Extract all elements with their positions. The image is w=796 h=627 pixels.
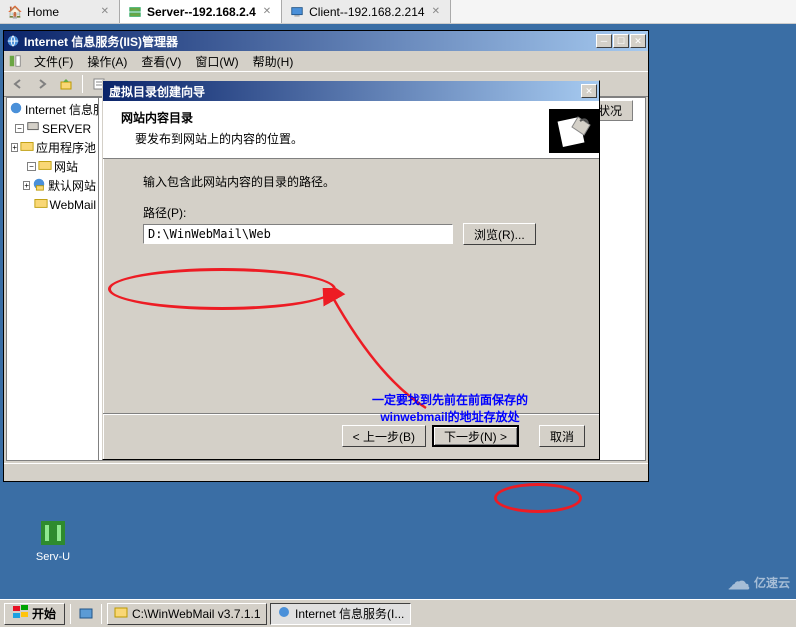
tree-apppool[interactable]: + 应用程序池 [9, 138, 96, 157]
site-icon [32, 177, 46, 194]
app-icon [8, 54, 22, 68]
wizard-footer: < 上一步(B) 下一步(N) > 取消 [342, 425, 585, 447]
tree-label: 默认网站 [48, 177, 96, 194]
tab-label: Server--192.168.2.4 [147, 5, 256, 19]
folder-icon [34, 196, 48, 213]
folder-icon [38, 158, 52, 175]
tree-label: Internet 信息服务 [25, 101, 99, 118]
collapse-icon[interactable]: − [15, 124, 24, 133]
browser-tab-server[interactable]: Server--192.168.2.4 ✕ [120, 0, 282, 23]
tree-webmail[interactable]: WebMail [9, 195, 96, 214]
task-label: Internet 信息服务(I... [295, 605, 404, 622]
wizard-header-title: 网站内容目录 [121, 109, 303, 126]
wizard-title: 虚拟目录创建向导 [105, 83, 581, 100]
wizard-banner-icon [549, 109, 599, 153]
browser-tab-client[interactable]: Client--192.168.2.214 ✕ [282, 0, 451, 23]
tree-label: WebMail [50, 198, 96, 212]
globe-icon [9, 101, 23, 118]
cancel-button[interactable]: 取消 [539, 425, 585, 447]
iis-menubar: 文件(F) 操作(A) 查看(V) 窗口(W) 帮助(H) [4, 51, 648, 71]
taskbar-item-explorer[interactable]: C:\WinWebMail v3.7.1.1 [107, 603, 267, 625]
start-button[interactable]: 开始 [4, 603, 65, 625]
maximize-button[interactable]: ☐ [613, 34, 629, 48]
folder-icon [20, 139, 34, 156]
close-icon[interactable]: ✕ [261, 6, 273, 17]
windows-flag-icon [13, 605, 29, 622]
virtual-dir-wizard-dialog: 虚拟目录创建向导 ✕ 网站内容目录 要发布到网站上的内容的位置。 输入包含此网站… [102, 80, 600, 460]
client-icon [290, 5, 304, 19]
desktop-icon-label: Serv-U [28, 551, 78, 563]
forward-button[interactable] [32, 74, 52, 94]
cloud-icon: ☁ [728, 569, 750, 595]
iis-icon [277, 605, 291, 622]
wizard-header: 网站内容目录 要发布到网站上的内容的位置。 [103, 101, 599, 159]
close-icon[interactable]: ✕ [430, 6, 442, 17]
back-button[interactable] [8, 74, 28, 94]
start-label: 开始 [32, 605, 56, 622]
menu-file[interactable]: 文件(F) [28, 51, 79, 72]
wizard-body: 输入包含此网站内容的目录的路径。 路径(P): 浏览(R)... [103, 159, 599, 419]
close-button[interactable]: ✕ [581, 84, 597, 98]
tree-label: 应用程序池 [36, 139, 96, 156]
home-icon: 🏠 [8, 5, 22, 19]
watermark-text: 亿速云 [754, 574, 790, 591]
expand-icon[interactable]: + [11, 143, 18, 152]
computer-icon [26, 120, 40, 137]
task-label: C:\WinWebMail v3.7.1.1 [132, 607, 260, 621]
iis-icon [6, 34, 20, 48]
tab-label: Client--192.168.2.214 [309, 5, 424, 19]
server-icon [128, 5, 142, 19]
annotation-ellipse-next [494, 483, 582, 513]
browse-button[interactable]: 浏览(R)... [463, 223, 536, 245]
close-button[interactable]: ✕ [630, 34, 646, 48]
path-input[interactable] [143, 224, 453, 244]
tree-default-site[interactable]: + 默认网站 [9, 176, 96, 195]
wizard-titlebar[interactable]: 虚拟目录创建向导 ✕ [103, 81, 599, 101]
tree-pane[interactable]: Internet 信息服务 − SERVER + 应用程序池 − 网站 [7, 98, 99, 460]
watermark: ☁ 亿速云 [728, 569, 790, 595]
servu-icon [37, 517, 69, 549]
back-button[interactable]: < 上一步(B) [342, 425, 426, 447]
minimize-button[interactable]: ─ [596, 34, 612, 48]
menu-window[interactable]: 窗口(W) [189, 51, 244, 72]
folder-icon [114, 605, 128, 622]
next-button[interactable]: 下一步(N) > [432, 425, 519, 447]
up-button[interactable] [56, 74, 76, 94]
collapse-icon[interactable]: − [27, 162, 36, 171]
iis-titlebar[interactable]: Internet 信息服务(IIS)管理器 ─ ☐ ✕ [4, 31, 648, 51]
taskbar: 开始 C:\WinWebMail v3.7.1.1 Internet 信息服务(… [0, 599, 796, 627]
menu-view[interactable]: 查看(V) [135, 51, 187, 72]
quick-launch-desktop[interactable] [76, 604, 96, 624]
path-label: 路径(P): [143, 204, 559, 221]
menu-action[interactable]: 操作(A) [81, 51, 133, 72]
menu-help[interactable]: 帮助(H) [247, 51, 300, 72]
browser-tab-home[interactable]: 🏠 Home ✕ [0, 0, 120, 23]
tree-sites[interactable]: − 网站 [9, 157, 96, 176]
desktop-icon-servu[interactable]: Serv-U [28, 517, 78, 563]
iis-statusbar [4, 463, 648, 481]
browser-tab-strip: 🏠 Home ✕ Server--192.168.2.4 ✕ Client--1… [0, 0, 796, 24]
tree-label: 网站 [54, 158, 78, 175]
expand-icon[interactable]: + [23, 181, 30, 190]
taskbar-item-iis[interactable]: Internet 信息服务(I... [270, 603, 411, 625]
tree-label: SERVER [42, 122, 91, 136]
wizard-header-subtitle: 要发布到网站上的内容的位置。 [135, 130, 303, 147]
tree-server[interactable]: − SERVER [9, 119, 96, 138]
wizard-prompt: 输入包含此网站内容的目录的路径。 [143, 173, 559, 190]
close-icon[interactable]: ✕ [99, 6, 111, 17]
tree-root[interactable]: Internet 信息服务 [9, 100, 96, 119]
iis-title: Internet 信息服务(IIS)管理器 [24, 33, 596, 50]
tab-label: Home [27, 5, 59, 19]
